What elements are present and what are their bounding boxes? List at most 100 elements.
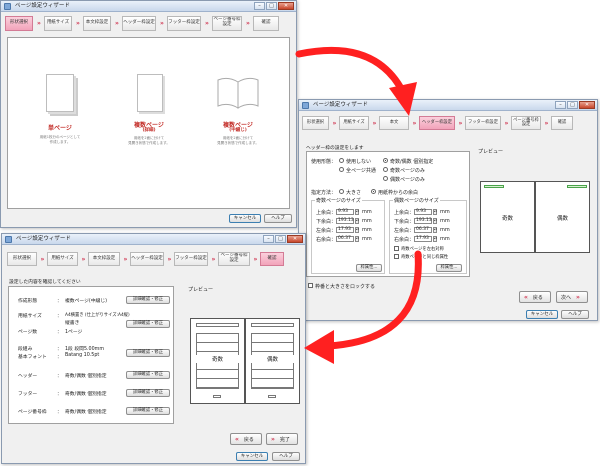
row-label: 基本フォント [18, 355, 47, 360]
bottom-margin-label: 下余白： [316, 219, 337, 225]
spin-icon[interactable]: ▴▾ [433, 227, 437, 233]
step-confirm[interactable]: 確認 [260, 252, 284, 266]
left-margin-label: 左余白： [394, 228, 415, 234]
option-desc: 用紙を2面に分けて 見開き状態で作成します。 [217, 136, 259, 145]
step-arrow-icon: » [123, 255, 128, 263]
spin-icon[interactable]: ▴▾ [433, 236, 437, 242]
wizard-window-shape-select: ページ設定ウィザード – □ ✕ 形状選択 » 用紙サイズ » 本文枠設定 » … [0, 0, 297, 228]
step-arrow-icon: » [37, 19, 41, 27]
step-footer-frame[interactable]: フッター枠設定 [167, 15, 201, 31]
cancel-button[interactable]: キャンセル [526, 310, 558, 319]
cancel-button[interactable]: キャンセル [229, 214, 261, 223]
step-header-frame[interactable]: ヘッダー枠設定 [130, 252, 164, 266]
row-value: 1段 段間5.00mm [65, 347, 104, 352]
unit-label: mm [440, 227, 450, 233]
step-confirm[interactable]: 確認 [551, 116, 573, 130]
help-button[interactable]: ヘルプ [272, 452, 300, 461]
preview-label: プレビュー [188, 287, 214, 293]
step-label-line2: 設定 [521, 122, 531, 127]
minimize-icon[interactable]: – [263, 235, 274, 243]
minimize-icon[interactable]: – [254, 2, 265, 10]
folded-pages-icon [137, 74, 163, 112]
even-right-margin-field[interactable]: 17.93 [414, 236, 432, 242]
row-label: フッター [18, 392, 38, 397]
row-sep: ： [57, 410, 62, 415]
even-bottom-margin-field[interactable]: 193.13 [414, 218, 432, 224]
step-page-number-frame[interactable]: ページ番号枠 設定 [212, 15, 242, 31]
radio-odd-only[interactable] [383, 167, 388, 172]
row-value-2: 縦書き [65, 321, 80, 326]
spin-icon[interactable]: ▴▾ [355, 218, 359, 224]
even-page-label: 偶数 [556, 216, 568, 222]
spin-icon[interactable]: ▴▾ [433, 209, 437, 215]
spin-icon[interactable]: ▴▾ [355, 227, 359, 233]
close-icon[interactable]: ✕ [278, 2, 294, 10]
odd-left-margin-field[interactable]: 17.93 [336, 227, 354, 233]
help-button[interactable]: ヘルプ [561, 310, 589, 319]
radio-all-same[interactable] [339, 167, 344, 172]
back-button[interactable]: « 戻る [519, 291, 551, 303]
finish-button[interactable]: » 完了 [266, 433, 298, 445]
help-button[interactable]: ヘルプ [264, 214, 292, 223]
detail-edit-button[interactable]: 詳細確認・修正 [126, 371, 170, 379]
radio-odd-even[interactable] [383, 158, 388, 163]
maximize-icon[interactable]: □ [266, 2, 277, 10]
cancel-button[interactable]: キャンセル [236, 452, 268, 461]
odd-top-margin-field[interactable]: 9.93 [336, 209, 354, 215]
unit-label: mm [440, 236, 450, 242]
odd-right-margin-field[interactable]: 06.37 [336, 236, 354, 242]
maximize-icon[interactable]: □ [567, 101, 578, 109]
step-arrow-icon: » [458, 119, 463, 127]
radio-size[interactable] [339, 189, 344, 194]
radio-even-only-label: 偶数ページのみ [390, 177, 425, 183]
detail-edit-button[interactable]: 詳細確認・修正 [126, 320, 170, 328]
next-button[interactable]: 次へ » [556, 291, 588, 303]
step-page-number-frame[interactable]: ページ番号枠 設定 [218, 252, 250, 266]
multi-page-saddle-option[interactable]: 複数ページ (中綴じ) 用紙を2面に分けて 見開き状態で作成します。 [210, 68, 266, 163]
multi-page-detail-option[interactable]: 複数ページ (詳細) 用紙を2面に分けて 見開き状態で作成します。 [123, 68, 175, 163]
detail-edit-button[interactable]: 詳細確認・修正 [126, 407, 170, 415]
row-sep: ： [57, 392, 62, 397]
even-left-margin-field[interactable]: 06.37 [414, 227, 432, 233]
even-attr-button[interactable]: 枠属性... [436, 264, 462, 272]
maximize-icon[interactable]: □ [275, 235, 286, 243]
back-button[interactable]: « 戻る [230, 433, 262, 445]
radio-even-only[interactable] [383, 176, 388, 181]
header-frame-mark [484, 185, 504, 188]
close-icon[interactable]: ✕ [579, 101, 595, 109]
step-confirm[interactable]: 確認 [253, 15, 279, 31]
single-page-option[interactable]: 単ページ 用紙1枚分のページとして 作成します。 [36, 68, 84, 163]
detail-edit-button[interactable]: 詳細確認・修正 [126, 349, 170, 357]
step-footer-frame[interactable]: フッター枠設定 [174, 252, 208, 266]
step-paper-size[interactable]: 用紙サイズ [47, 252, 78, 266]
step-paper-size[interactable]: 用紙サイズ [44, 15, 72, 31]
spin-icon[interactable]: ▴▾ [433, 218, 437, 224]
spin-icon[interactable]: ▴▾ [355, 236, 359, 242]
finish-arrow-icon: » [271, 435, 275, 443]
step-header-frame[interactable]: ヘッダー枠設定 [122, 15, 156, 31]
close-icon[interactable]: ✕ [287, 235, 303, 243]
right-margin-label: 右余白： [394, 237, 415, 243]
app-icon [5, 236, 12, 243]
odd-bottom-margin-field[interactable]: 193.13 [336, 218, 354, 224]
wizard-window-confirm: ページ設定ウィザード – □ ✕ 形状選択 » 用紙サイズ » 本文枠設定 » … [1, 233, 306, 464]
spin-icon[interactable]: ▴▾ [355, 209, 359, 215]
step-body-frame[interactable]: 本文枠設定 [83, 15, 111, 31]
step-shape[interactable]: 形状選択 [5, 15, 33, 31]
step-footer-frame[interactable]: フッター枠設定 [465, 116, 501, 130]
radio-none[interactable] [339, 158, 344, 163]
unit-label: mm [362, 218, 372, 224]
detail-edit-button[interactable]: 詳細確認・修正 [126, 389, 170, 397]
radio-margin[interactable] [371, 189, 376, 194]
header-frame-mark [567, 185, 587, 188]
step-body-frame[interactable]: 本文枠設定 [88, 252, 120, 266]
detail-edit-button[interactable]: 詳細確認・修正 [126, 296, 170, 304]
step-arrow-icon: » [412, 119, 417, 127]
even-top-margin-field[interactable]: 9.93 [414, 209, 432, 215]
step-arrow-icon: » [115, 19, 119, 27]
step-page-number-frame[interactable]: ページ番号枠 設定 [511, 116, 541, 130]
step-label-line2: 設定 [222, 22, 232, 27]
step-shape[interactable]: 形状選択 [7, 252, 37, 266]
step-arrow-icon: » [205, 19, 209, 27]
minimize-icon[interactable]: – [555, 101, 566, 109]
